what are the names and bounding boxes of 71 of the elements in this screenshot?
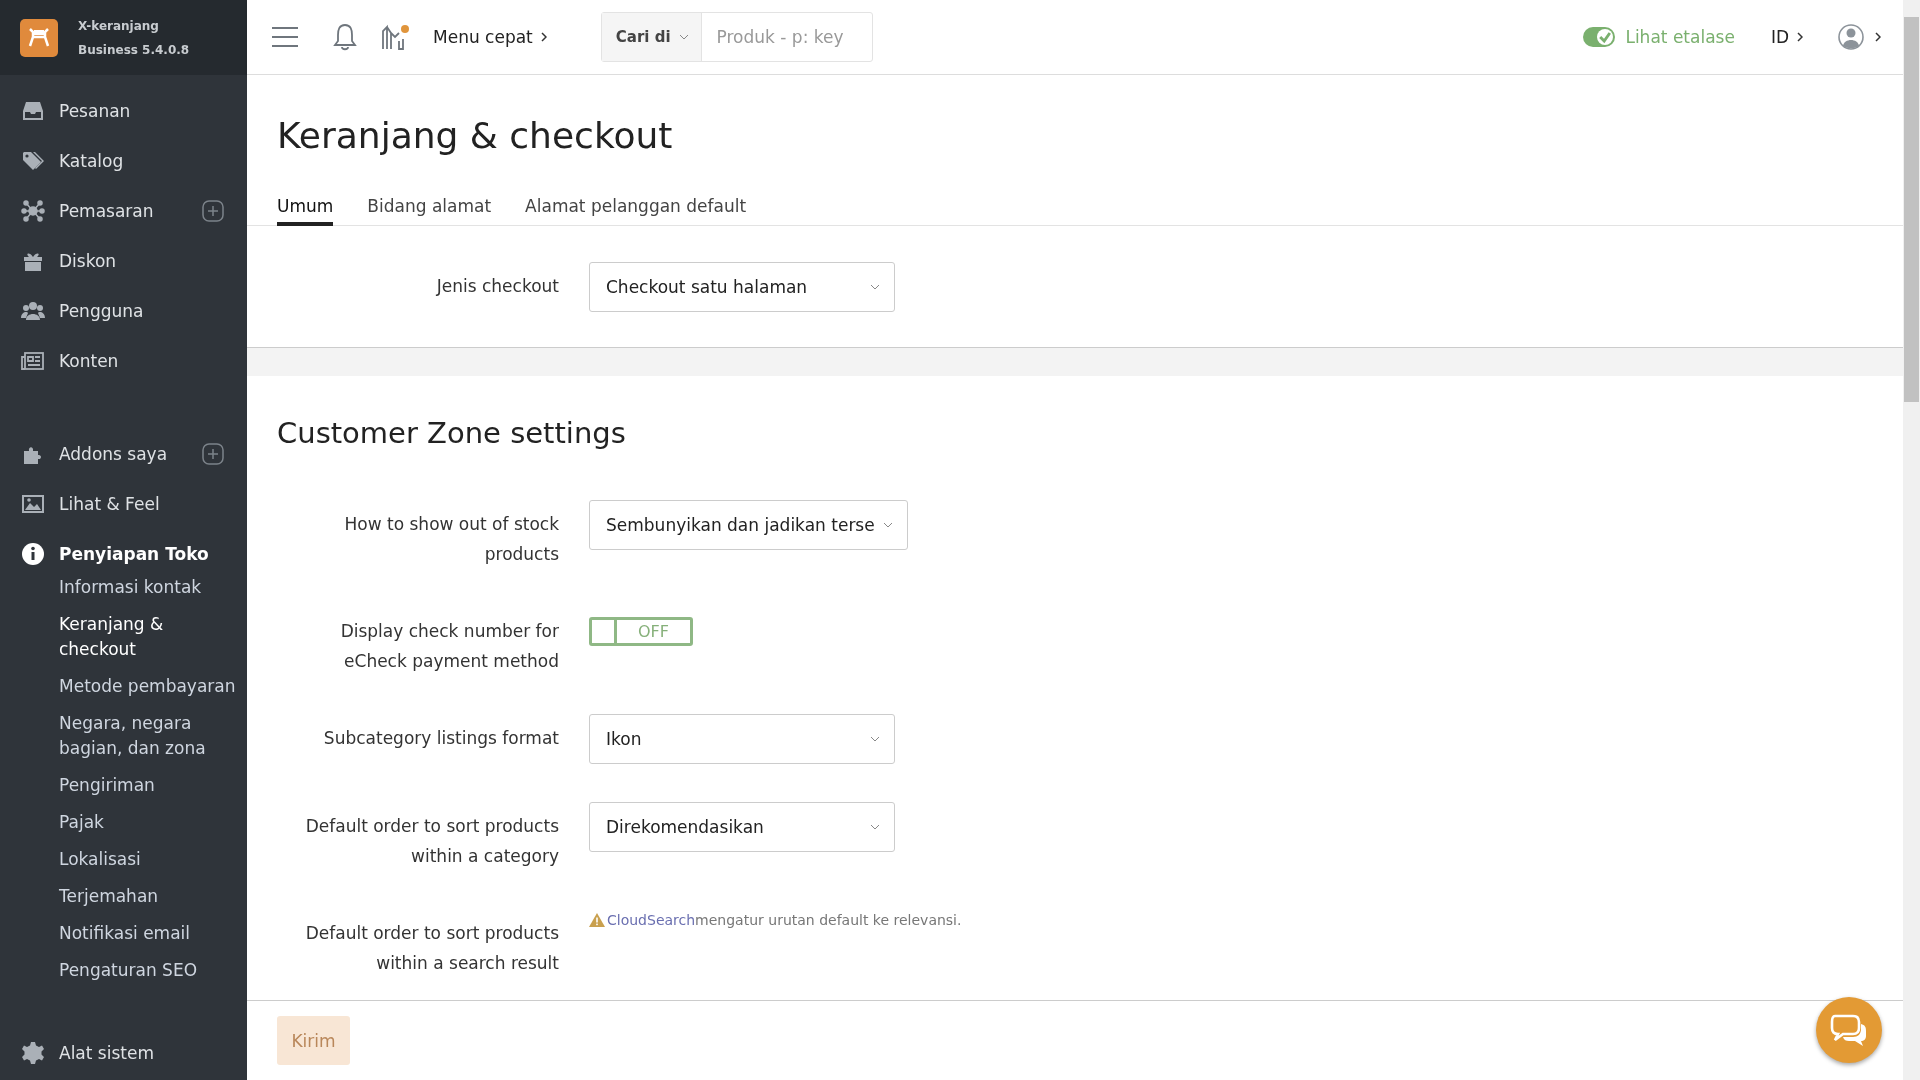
dropdown[interactable]: Sembunyikan dan jadikan terse [589,500,908,550]
field-label: Subcategory listings format [322,727,559,750]
add-icon[interactable] [202,443,224,465]
sidebar-item[interactable]: Alat sistem [59,1043,247,1063]
page-title: Keranjang & checkout [277,115,674,156]
menu-icon[interactable] [271,25,299,49]
section-title: Customer Zone settings [277,416,627,450]
sidebar-subitem[interactable]: Informasi kontak [59,575,241,600]
sidebar-item[interactable]: Addons saya [59,444,202,464]
news-icon [21,349,45,373]
dropdown[interactable]: Ikon [589,714,895,764]
app-name: X-keranjang [78,18,160,33]
scrollbar[interactable] [1903,0,1920,1080]
chevron-icon [1875,32,1881,42]
sidebar-subitem[interactable]: Notifikasi email [59,921,241,946]
sidebar-subitem[interactable]: Pajak [59,810,241,835]
caret-icon [676,13,702,61]
network-icon [21,199,45,223]
add-icon[interactable] [202,200,224,222]
cloudsearch-link[interactable]: CloudSearch [607,912,696,928]
warning-icon [589,913,605,927]
field-label: Jenis checkout [435,275,559,298]
field-label: Default order to sort products within a search result [304,922,559,975]
quick-menu-link[interactable]: Menu cepat [433,27,533,47]
users-icon [21,299,45,323]
info-icon [21,542,45,566]
tab[interactable]: Alamat pelanggan default [525,196,747,226]
dropdown[interactable]: Direkomendasikan [589,802,895,852]
sidebar-item[interactable]: Pengguna [59,301,247,321]
caret-icon [870,736,880,742]
caret-icon [870,284,880,290]
gear-icon [21,1041,45,1065]
info-note: CloudSearchmengatur urutan default ke relevansi. [607,912,962,928]
notification-bell-icon[interactable] [333,23,357,51]
sidebar-subitem[interactable]: Pengaturan SEO [59,958,241,983]
field-label: How to show out of stock products [343,513,559,566]
sidebar-item[interactable]: Diskon [59,251,247,271]
user-avatar-icon[interactable] [1837,23,1865,51]
sidebar-item[interactable]: Penyiapan Toko [59,544,247,564]
sidebar-subitem[interactable]: Pengiriman [59,773,241,798]
inbox-icon [21,99,45,123]
app-version: Business 5.4.0.8 [78,42,190,57]
sidebar-subitem[interactable]: Lokalisasi [59,847,241,872]
sidebar-item[interactable]: Pesanan [59,101,247,121]
check-icon [1597,29,1614,45]
storefront-switch[interactable] [1583,27,1616,47]
sidebar-item[interactable]: Konten [59,351,247,371]
sidebar-subitem[interactable]: Metode pembayaran [59,674,241,699]
image-icon [21,492,45,516]
field-label: Display check number for eCheck payment method [339,620,559,673]
field-label: Default order to sort products within a category [304,815,559,868]
search-scope-dropdown[interactable]: Cari di [601,13,677,61]
sidebar-subitem[interactable]: Negara, negara bagian, dan zona [59,711,241,761]
language-selector[interactable]: ID [1770,27,1789,47]
tag-icon [21,149,45,173]
caret-icon [882,522,893,528]
sidebar-item[interactable]: Lihat & Feel [59,494,247,514]
sidebar-subitem[interactable]: Terjemahan [59,884,241,909]
cart-logo-icon [20,18,58,57]
caret-icon [870,824,880,830]
tab[interactable]: Bidang alamat [367,196,492,226]
chat-bubbles-icon [1829,1012,1869,1048]
chart-icon[interactable] [381,23,411,51]
chevron-icon [540,32,547,42]
sidebar-subitem[interactable]: Keranjang & checkout [59,612,241,662]
search-field[interactable]: Cari di Produk - p: key [600,12,873,62]
tab[interactable]: Umum [277,196,334,226]
sidebar-item[interactable]: Katalog [59,151,247,171]
dropdown[interactable]: Checkout satu halaman [589,262,895,312]
sidebar-item[interactable]: Pemasaran [59,201,202,221]
chevron-icon [1797,32,1803,42]
